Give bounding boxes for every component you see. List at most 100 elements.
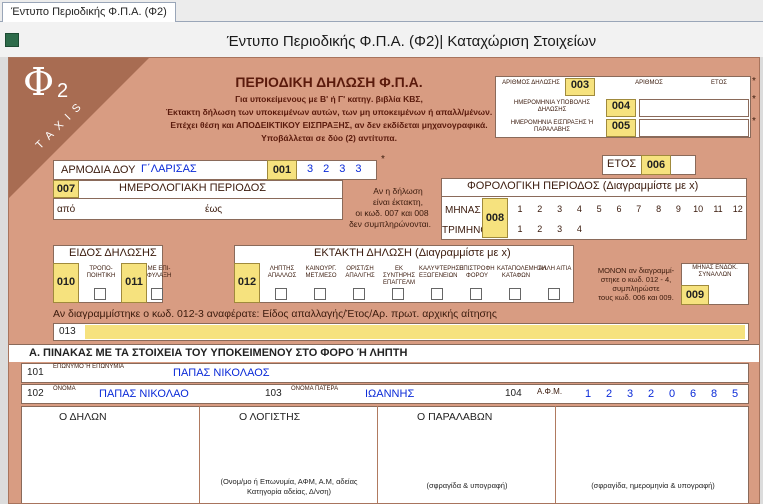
doy-digit: 3 bbox=[355, 163, 372, 175]
sig-divider-1 bbox=[199, 406, 200, 503]
code-101: 101 bbox=[27, 367, 44, 378]
afm-digit: 1 bbox=[584, 388, 592, 400]
period-label: ΗΜΕΡΟΛΟΓΙΑΚΗ ΠΕΡΙΟΔΟΣ bbox=[119, 182, 267, 194]
extra-option-label: ΕΠΙΣΤΡΟΦΗ ΦΟΡΟΥ bbox=[459, 266, 495, 279]
section-a-title: Α. ΠΙΝΑΚΑΣ ΜΕ ΤΑ ΣΤΟΙΧΕΙΑ ΤΟΥ ΥΠΟΚΕΙΜΕΝΟ… bbox=[29, 347, 408, 359]
code-012: 012 bbox=[234, 263, 260, 303]
code-005: 005 bbox=[606, 119, 636, 137]
doy-value[interactable]: Γ΄ΛΑΡΙΣΑΣ bbox=[141, 163, 197, 175]
decl-number-label: ΑΡΙΘΜΟΣ ΔΗΛΩΣΗΣ bbox=[502, 80, 560, 86]
header-line4: Υποβάλλεται σε δύο (2) αντίτυπα. bbox=[261, 133, 397, 143]
period-note-4: δεν συμπληρώνονται. bbox=[349, 219, 431, 229]
extra-option-label: ΟΡΙΣΤ/ΣΗ ΑΠΑΛ/ΓΗΣ bbox=[345, 266, 375, 279]
doy-star: * bbox=[381, 154, 385, 165]
doy-digit: 3 bbox=[307, 163, 324, 175]
month-5[interactable]: 5 bbox=[590, 204, 608, 214]
tax-period-divider bbox=[441, 196, 747, 197]
month-10[interactable]: 10 bbox=[689, 204, 707, 214]
month-11[interactable]: 11 bbox=[709, 204, 727, 214]
month-12[interactable]: 12 bbox=[729, 204, 747, 214]
extra-decl-label: ΕΚΤΑΚΤΗ ΔΗΛΩΣΗ (Διαγραμμίστε με x) bbox=[314, 247, 511, 259]
required-star-2: * bbox=[752, 94, 756, 105]
office-note: (σφραγίδα, ημερομηνία & υπογραφή) bbox=[591, 481, 715, 490]
tab-form[interactable]: Έντυπο Περιοδικής Φ.Π.Α. (Φ2) bbox=[2, 2, 176, 22]
sig-receiver: Ο ΠΑΡΑΛΑΒΩΝ bbox=[417, 411, 493, 423]
sig-declarant: Ο ΔΗΛΩΝ bbox=[59, 411, 107, 423]
surname-label: ΕΠΩΝΥΜΟ Ή ΕΠΩΝΥΜΙΑ bbox=[53, 364, 125, 370]
extra-option-label: ΑΛΛΗ ΑΙΤΙΑ bbox=[538, 266, 572, 272]
period-to: έως bbox=[205, 204, 223, 215]
period-note-3: οι κωδ. 007 και 008 bbox=[355, 208, 429, 218]
extra-option-checkbox[interactable] bbox=[353, 288, 365, 300]
month-7[interactable]: 7 bbox=[630, 204, 648, 214]
vat-form: Φ 2 T A X I S ΠΕΡΙΟΔΙΚΗ ΔΗΛΩΣΗ Φ.Π.Α. Γι… bbox=[8, 57, 760, 504]
logo-sub: 2 bbox=[57, 80, 69, 102]
extra-option-checkbox[interactable] bbox=[548, 288, 560, 300]
sig-accountant: Ο ΛΟΓΙΣΤΗΣ bbox=[239, 411, 301, 423]
extra-option-checkbox[interactable] bbox=[314, 288, 326, 300]
intra-month-label: ΜΗΝΑΣ ΕΝΔΟΚ. ΣΥΝΑΛΛΩΝ bbox=[692, 265, 738, 278]
month-1[interactable]: 1 bbox=[511, 204, 529, 214]
name-label: ΟΝΟΜΑ bbox=[53, 386, 76, 392]
afm-digit: 6 bbox=[689, 388, 697, 400]
code-004: 004 bbox=[606, 99, 636, 117]
father-value[interactable]: ΙΩΑΝΝΗΣ bbox=[365, 388, 414, 400]
month-8[interactable]: 8 bbox=[650, 204, 668, 214]
amending-label: ΤΡΟΠΟ- ΠΟΙΗΤΙΚΗ bbox=[86, 266, 116, 279]
extra-option-checkbox[interactable] bbox=[392, 288, 404, 300]
extra-option-checkbox[interactable] bbox=[509, 288, 521, 300]
period-divider bbox=[53, 198, 343, 199]
required-star-3: * bbox=[752, 116, 756, 127]
quarter-4[interactable]: 4 bbox=[570, 224, 588, 234]
code-008: 008 bbox=[482, 198, 508, 238]
father-label: ΟΝΟΜΑ ΠΑΤΕΡΑ bbox=[291, 386, 339, 392]
submit-date-input[interactable] bbox=[639, 99, 749, 117]
extra-option-checkbox[interactable] bbox=[275, 288, 287, 300]
month-4[interactable]: 4 bbox=[570, 204, 588, 214]
reservation-checkbox[interactable] bbox=[151, 288, 163, 300]
accountant-note-1: (Ονομ/μο ή Επωνυμία, ΑΦΜ, Α.Μ, αδείας bbox=[220, 477, 358, 486]
quarter-3[interactable]: 3 bbox=[551, 224, 569, 234]
afm-digit: 2 bbox=[605, 388, 613, 400]
surname-value[interactable]: ΠΑΠΑΣ ΝΙΚΟΛΑΟΣ bbox=[173, 367, 270, 379]
code-001: 001 bbox=[267, 160, 297, 180]
extra-option-label: ΚΑΤΑΠΟΛΕΜΗΣΗ ΚΑΤΑΦΩΝ bbox=[497, 266, 547, 279]
period-note-1: Αν η δήλωση bbox=[373, 186, 423, 196]
extra-decl-title: ΕΚΤΑΚΤΗ ΔΗΛΩΣΗ bbox=[314, 247, 412, 259]
period-from: από bbox=[57, 204, 76, 215]
period-note-2: είναι έκτακτη, bbox=[373, 197, 423, 207]
code-003: 003 bbox=[565, 78, 595, 96]
code-102: 102 bbox=[27, 388, 44, 399]
afm-label: Α.Φ.Μ. bbox=[537, 387, 563, 396]
afm-digit: 5 bbox=[731, 388, 739, 400]
month-label: ΜΗΝΑΣ bbox=[445, 205, 481, 216]
afm-digit: 0 bbox=[668, 388, 676, 400]
quarter-2[interactable]: 2 bbox=[531, 224, 549, 234]
amending-checkbox[interactable] bbox=[94, 288, 106, 300]
afm-digit: 8 bbox=[710, 388, 718, 400]
row013-input[interactable] bbox=[85, 325, 745, 339]
form-title: ΠΕΡΙΟΔΙΚΗ ΔΗΛΩΣΗ Φ.Π.Α. bbox=[235, 74, 423, 90]
receipt-date-input[interactable] bbox=[639, 119, 749, 137]
extra-option-checkbox[interactable] bbox=[431, 288, 443, 300]
quarter-1[interactable]: 1 bbox=[511, 224, 529, 234]
name-value[interactable]: ΠΑΠΑΣ ΝΙΚΟΛΑΟ bbox=[99, 388, 189, 400]
month-9[interactable]: 9 bbox=[669, 204, 687, 214]
code-103: 103 bbox=[265, 388, 282, 399]
month-6[interactable]: 6 bbox=[610, 204, 628, 214]
header-line2: Έκτακτη δήλωση των υποκειμένων αυτών, τω… bbox=[165, 107, 493, 117]
month-note-3: συμπληρώστε bbox=[612, 284, 660, 293]
tax-period-label: ΦΟΡΟΛΟΓΙΚΗ ΠΕΡΙΟΔΟΣ (Διαγραμμίστε με x) bbox=[467, 180, 698, 192]
doy-label: ΑΡΜΟΔΙΑ ΔΟΥ bbox=[61, 164, 136, 176]
extra-option-checkbox[interactable] bbox=[470, 288, 482, 300]
month-3[interactable]: 3 bbox=[551, 204, 569, 214]
doy-digits[interactable]: 3233 bbox=[307, 163, 372, 175]
extra-option-label: ΚΑΙΝΟΥΡΓ. ΜΕΤ.ΜΕΣΟ bbox=[305, 266, 337, 279]
extra-option-label: ΚΑΛΥΨΤΕΡΗΣΗ ΕΞΩΓΕΝΕΙΩΝ bbox=[419, 266, 464, 279]
header-line1: Για υποκείμενους με Β' ή Γ' κατηγ. βιβλί… bbox=[235, 94, 423, 104]
reservation-label: ΜΕ ΕΠΙ- ΦΥΛΑΞΗ bbox=[147, 266, 172, 279]
code-010: 010 bbox=[53, 263, 79, 303]
doy-digit: 2 bbox=[323, 163, 340, 175]
month-2[interactable]: 2 bbox=[531, 204, 549, 214]
accountant-note-2: Κατηγορία αδείας, Δ/νση) bbox=[246, 487, 332, 496]
